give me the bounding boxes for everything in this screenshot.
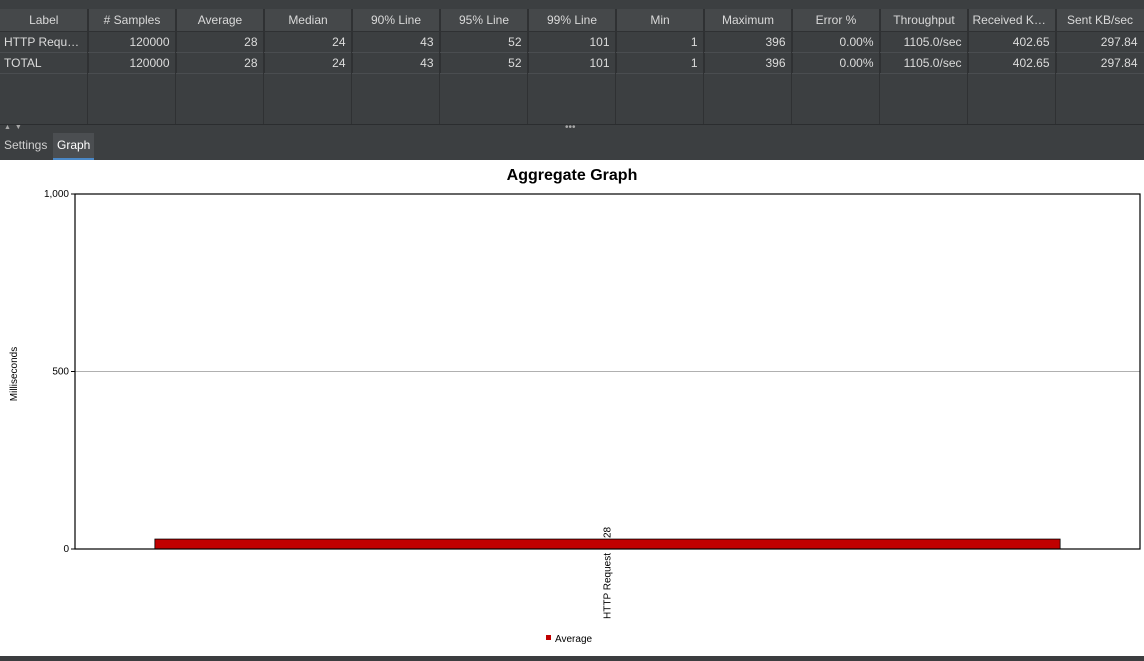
graph-panel: Aggregate Graph Milliseconds 1,000 500 0 2… bbox=[0, 160, 1144, 656]
column-header[interactable]: Label bbox=[0, 9, 89, 32]
column-header[interactable]: Min bbox=[616, 9, 705, 32]
tab-settings[interactable]: Settings bbox=[0, 133, 51, 158]
column-divider bbox=[1055, 9, 1056, 124]
table-cell: 396 bbox=[704, 31, 793, 53]
tab-bar: Settings Graph bbox=[0, 133, 1144, 160]
column-divider bbox=[791, 9, 792, 124]
table-cell: 52 bbox=[440, 31, 529, 53]
table-cell: 297.84 bbox=[1056, 52, 1144, 74]
table-row[interactable]: TOTAL 120000 28 24 43 52 101 1 396 0.00% 1105.0/se… bbox=[0, 52, 1144, 74]
column-header[interactable]: Median bbox=[264, 9, 353, 32]
table-cell: 24 bbox=[264, 52, 353, 74]
table-cell: 297.84 bbox=[1056, 31, 1144, 53]
column-divider bbox=[439, 9, 440, 124]
aggregate-graph-chart: Aggregate Graph Milliseconds 1,000 500 0 2… bbox=[9, 167, 1141, 645]
table-cell: 1 bbox=[616, 31, 705, 53]
bar-data-label: 28 bbox=[603, 526, 614, 538]
column-divider bbox=[527, 9, 528, 124]
legend-swatch bbox=[546, 635, 551, 640]
y-tick-label: 500 bbox=[52, 367, 69, 378]
table-cell: 402.65 bbox=[968, 31, 1057, 53]
y-axis-label: Milliseconds bbox=[9, 347, 20, 401]
column-divider bbox=[351, 9, 352, 124]
column-header[interactable]: 90% Line bbox=[352, 9, 441, 32]
table-header-row: Label # Samples Average Median 90% Line 95% L… bbox=[0, 9, 1144, 32]
table-cell: 101 bbox=[528, 31, 617, 53]
column-header[interactable]: # Samples bbox=[88, 9, 177, 32]
x-category-label: HTTP Request bbox=[603, 553, 614, 619]
table-cell: HTTP Reque... bbox=[0, 31, 89, 53]
tab-graph[interactable]: Graph bbox=[53, 133, 95, 160]
split-pane-divider[interactable]: ▲ ▼ ••• bbox=[0, 122, 1144, 133]
results-table: Label # Samples Average Median 90% Line 95% L… bbox=[0, 9, 1144, 74]
table-cell: 120000 bbox=[88, 31, 177, 53]
chart-title: Aggregate Graph bbox=[507, 167, 638, 184]
column-divider bbox=[879, 9, 880, 124]
table-cell: 1 bbox=[616, 52, 705, 74]
aggregate-report-table-panel: Label # Samples Average Median 90% Line 95% L… bbox=[0, 0, 1144, 124]
table-cell: 101 bbox=[528, 52, 617, 74]
drag-handle-icon[interactable]: ••• bbox=[565, 122, 576, 133]
table-cell: 24 bbox=[264, 31, 353, 53]
legend-label: Average bbox=[555, 634, 593, 645]
table-cell: 28 bbox=[176, 31, 265, 53]
table-cell: 396 bbox=[704, 52, 793, 74]
table-cell: 120000 bbox=[88, 52, 177, 74]
table-cell: 43 bbox=[352, 52, 441, 74]
table-cell: 43 bbox=[352, 31, 441, 53]
column-header[interactable]: Received KB... bbox=[968, 9, 1057, 32]
column-divider bbox=[175, 9, 176, 124]
column-divider bbox=[615, 9, 616, 124]
collapse-arrows-icon[interactable]: ▲ ▼ bbox=[4, 124, 23, 131]
table-cell: 0.00% bbox=[792, 31, 881, 53]
table-row[interactable]: HTTP Reque... 120000 28 24 43 52 101 1 396 0.00% 1… bbox=[0, 31, 1144, 53]
y-tick-label: 0 bbox=[63, 544, 69, 555]
table-cell: 28 bbox=[176, 52, 265, 74]
column-header[interactable]: Maximum bbox=[704, 9, 793, 32]
y-tick-label: 1,000 bbox=[44, 189, 69, 200]
column-divider bbox=[263, 9, 264, 124]
column-header[interactable]: Error % bbox=[792, 9, 881, 32]
table-cell: 1105.0/sec bbox=[880, 31, 969, 53]
column-header[interactable]: Sent KB/sec bbox=[1056, 9, 1144, 32]
chart-legend: Average bbox=[546, 634, 593, 645]
table-cell: TOTAL bbox=[0, 52, 89, 74]
column-header[interactable]: Throughput bbox=[880, 9, 969, 32]
table-cell: 52 bbox=[440, 52, 529, 74]
column-header[interactable]: 95% Line bbox=[440, 9, 529, 32]
table-cell: 0.00% bbox=[792, 52, 881, 74]
column-divider bbox=[87, 9, 88, 124]
column-header[interactable]: Average bbox=[176, 9, 265, 32]
column-divider bbox=[967, 9, 968, 124]
column-header[interactable]: 99% Line bbox=[528, 9, 617, 32]
table-cell: 402.65 bbox=[968, 52, 1057, 74]
table-body: HTTP Reque... 120000 28 24 43 52 101 1 396 0.00% 1… bbox=[0, 31, 1144, 74]
column-divider bbox=[703, 9, 704, 124]
table-cell: 1105.0/sec bbox=[880, 52, 969, 74]
bar-average bbox=[154, 538, 1061, 550]
